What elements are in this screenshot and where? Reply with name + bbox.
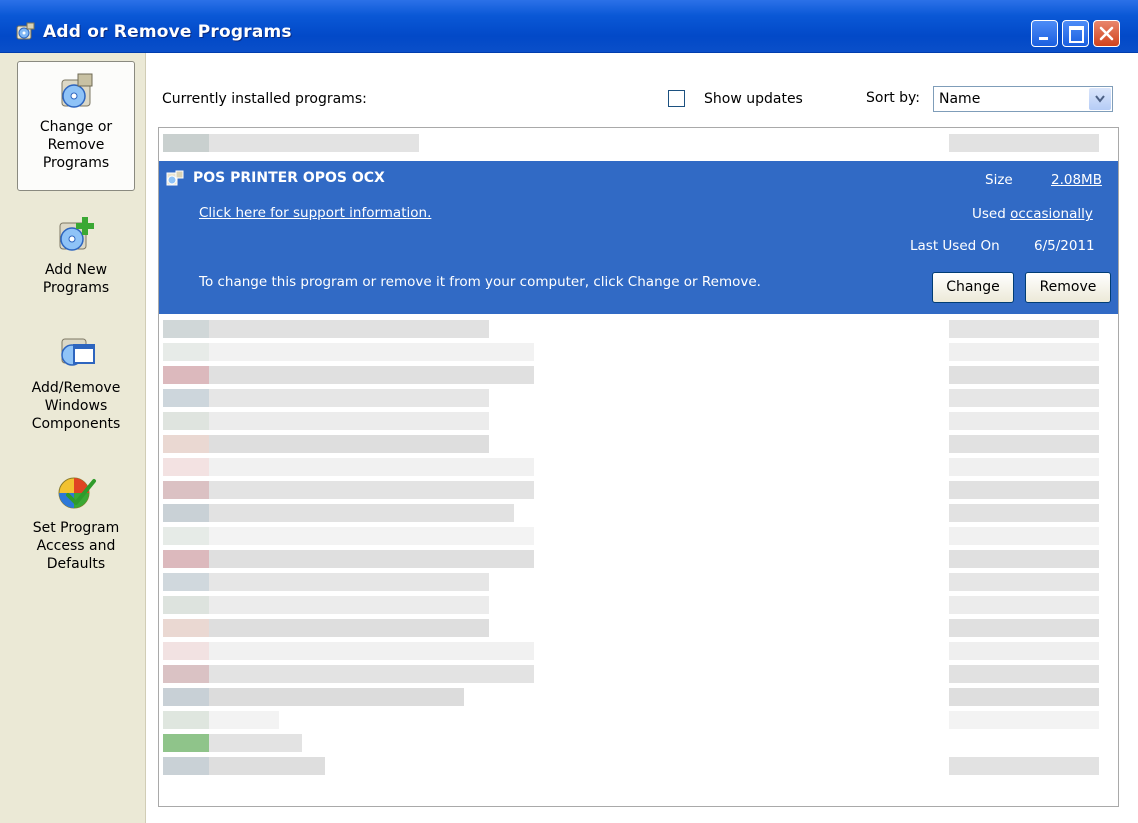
list-item[interactable] (159, 340, 1116, 362)
list-item[interactable] (159, 432, 1116, 454)
sidebar-item-add-new[interactable]: Add New Programs (17, 213, 135, 297)
sidebar-item-label: Access and (36, 538, 116, 554)
sidebar-item-label: Programs (42, 280, 110, 296)
list-item[interactable] (159, 455, 1116, 477)
sidebar-item-program-access[interactable]: Set Program Access and Defaults (17, 471, 135, 573)
sidebar-item-label: Remove (47, 137, 105, 153)
installed-programs-label: Currently installed programs: (162, 91, 367, 107)
last-used-value: 6/5/2011 (1034, 238, 1095, 254)
main-panel: Currently installed programs: Show updat… (146, 53, 1138, 823)
programs-list[interactable]: POS PRINTER OPOS OCX Click here for supp… (158, 127, 1119, 807)
list-item[interactable] (159, 570, 1116, 592)
size-label: Size (985, 172, 1013, 188)
used-label: Used (972, 206, 1006, 222)
list-item[interactable] (159, 685, 1116, 707)
list-item[interactable] (159, 409, 1116, 431)
sort-by-value: Name (939, 91, 981, 107)
chevron-down-icon (1095, 95, 1105, 103)
used-frequency-link[interactable]: occasionally (1010, 206, 1093, 222)
list-item[interactable] (159, 593, 1116, 615)
program-name: POS PRINTER OPOS OCX (193, 170, 385, 186)
show-updates-checkbox[interactable] (668, 90, 685, 107)
sidebar-item-label: Change or (39, 119, 113, 135)
list-item[interactable] (159, 662, 1116, 684)
change-remove-programs-icon (61, 73, 93, 108)
windows-components-icon (61, 338, 95, 366)
list-item[interactable] (159, 754, 1116, 776)
close-icon (1099, 26, 1114, 41)
list-item[interactable] (159, 616, 1116, 638)
change-button[interactable]: Change (932, 272, 1014, 303)
last-used-label: Last Used On (910, 238, 1000, 254)
size-value-link[interactable]: 2.08MB (1051, 172, 1102, 188)
program-access-defaults-icon (58, 477, 96, 509)
title-bar[interactable]: Add or Remove Programs (0, 0, 1138, 53)
sidebar-item-label: Programs (42, 155, 110, 171)
sidebar: Change or Remove Programs Add New Progra… (0, 53, 146, 823)
list-item[interactable] (159, 501, 1116, 523)
window-title: Add or Remove Programs (43, 22, 292, 42)
remove-button[interactable]: Remove (1025, 272, 1111, 303)
list-item[interactable] (159, 363, 1116, 385)
used-frequency: Used occasionally (972, 206, 1093, 222)
list-item[interactable] (159, 317, 1116, 339)
list-item[interactable] (159, 131, 1116, 153)
program-setup-icon (166, 170, 184, 186)
selected-program-row[interactable]: POS PRINTER OPOS OCX Click here for supp… (159, 161, 1118, 314)
sidebar-item-label: Add New (44, 262, 108, 278)
list-item[interactable] (159, 524, 1116, 546)
sidebar-item-label: Defaults (46, 556, 106, 572)
sort-by-dropdown[interactable]: Name (933, 86, 1113, 112)
sidebar-item-label: Components (31, 416, 121, 432)
dropdown-arrow-button[interactable] (1089, 88, 1111, 110)
change-remove-hint: To change this program or remove it from… (199, 274, 761, 290)
add-new-programs-icon (59, 217, 94, 251)
sidebar-item-label: Windows (44, 398, 108, 414)
maximize-button[interactable] (1062, 20, 1089, 47)
list-item[interactable] (159, 708, 1116, 730)
show-updates-label[interactable]: Show updates (704, 91, 803, 107)
minimize-button[interactable] (1031, 20, 1058, 47)
add-remove-programs-icon (16, 22, 35, 40)
list-item[interactable] (159, 547, 1116, 569)
sidebar-item-label: Add/Remove (31, 380, 121, 396)
sidebar-item-change-remove[interactable]: Change or Remove Programs (17, 61, 135, 191)
support-info-link[interactable]: Click here for support information. (199, 205, 431, 221)
list-item[interactable] (159, 731, 1116, 753)
add-remove-programs-window: Add or Remove Programs Change or Remove … (0, 0, 1138, 823)
sidebar-item-label: Set Program (32, 520, 120, 536)
sort-by-label: Sort by: (866, 90, 921, 106)
sidebar-item-windows-components[interactable]: Add/Remove Windows Components (17, 331, 135, 433)
close-button[interactable] (1093, 20, 1120, 47)
list-item[interactable] (159, 478, 1116, 500)
list-item[interactable] (159, 386, 1116, 408)
list-item[interactable] (159, 639, 1116, 661)
